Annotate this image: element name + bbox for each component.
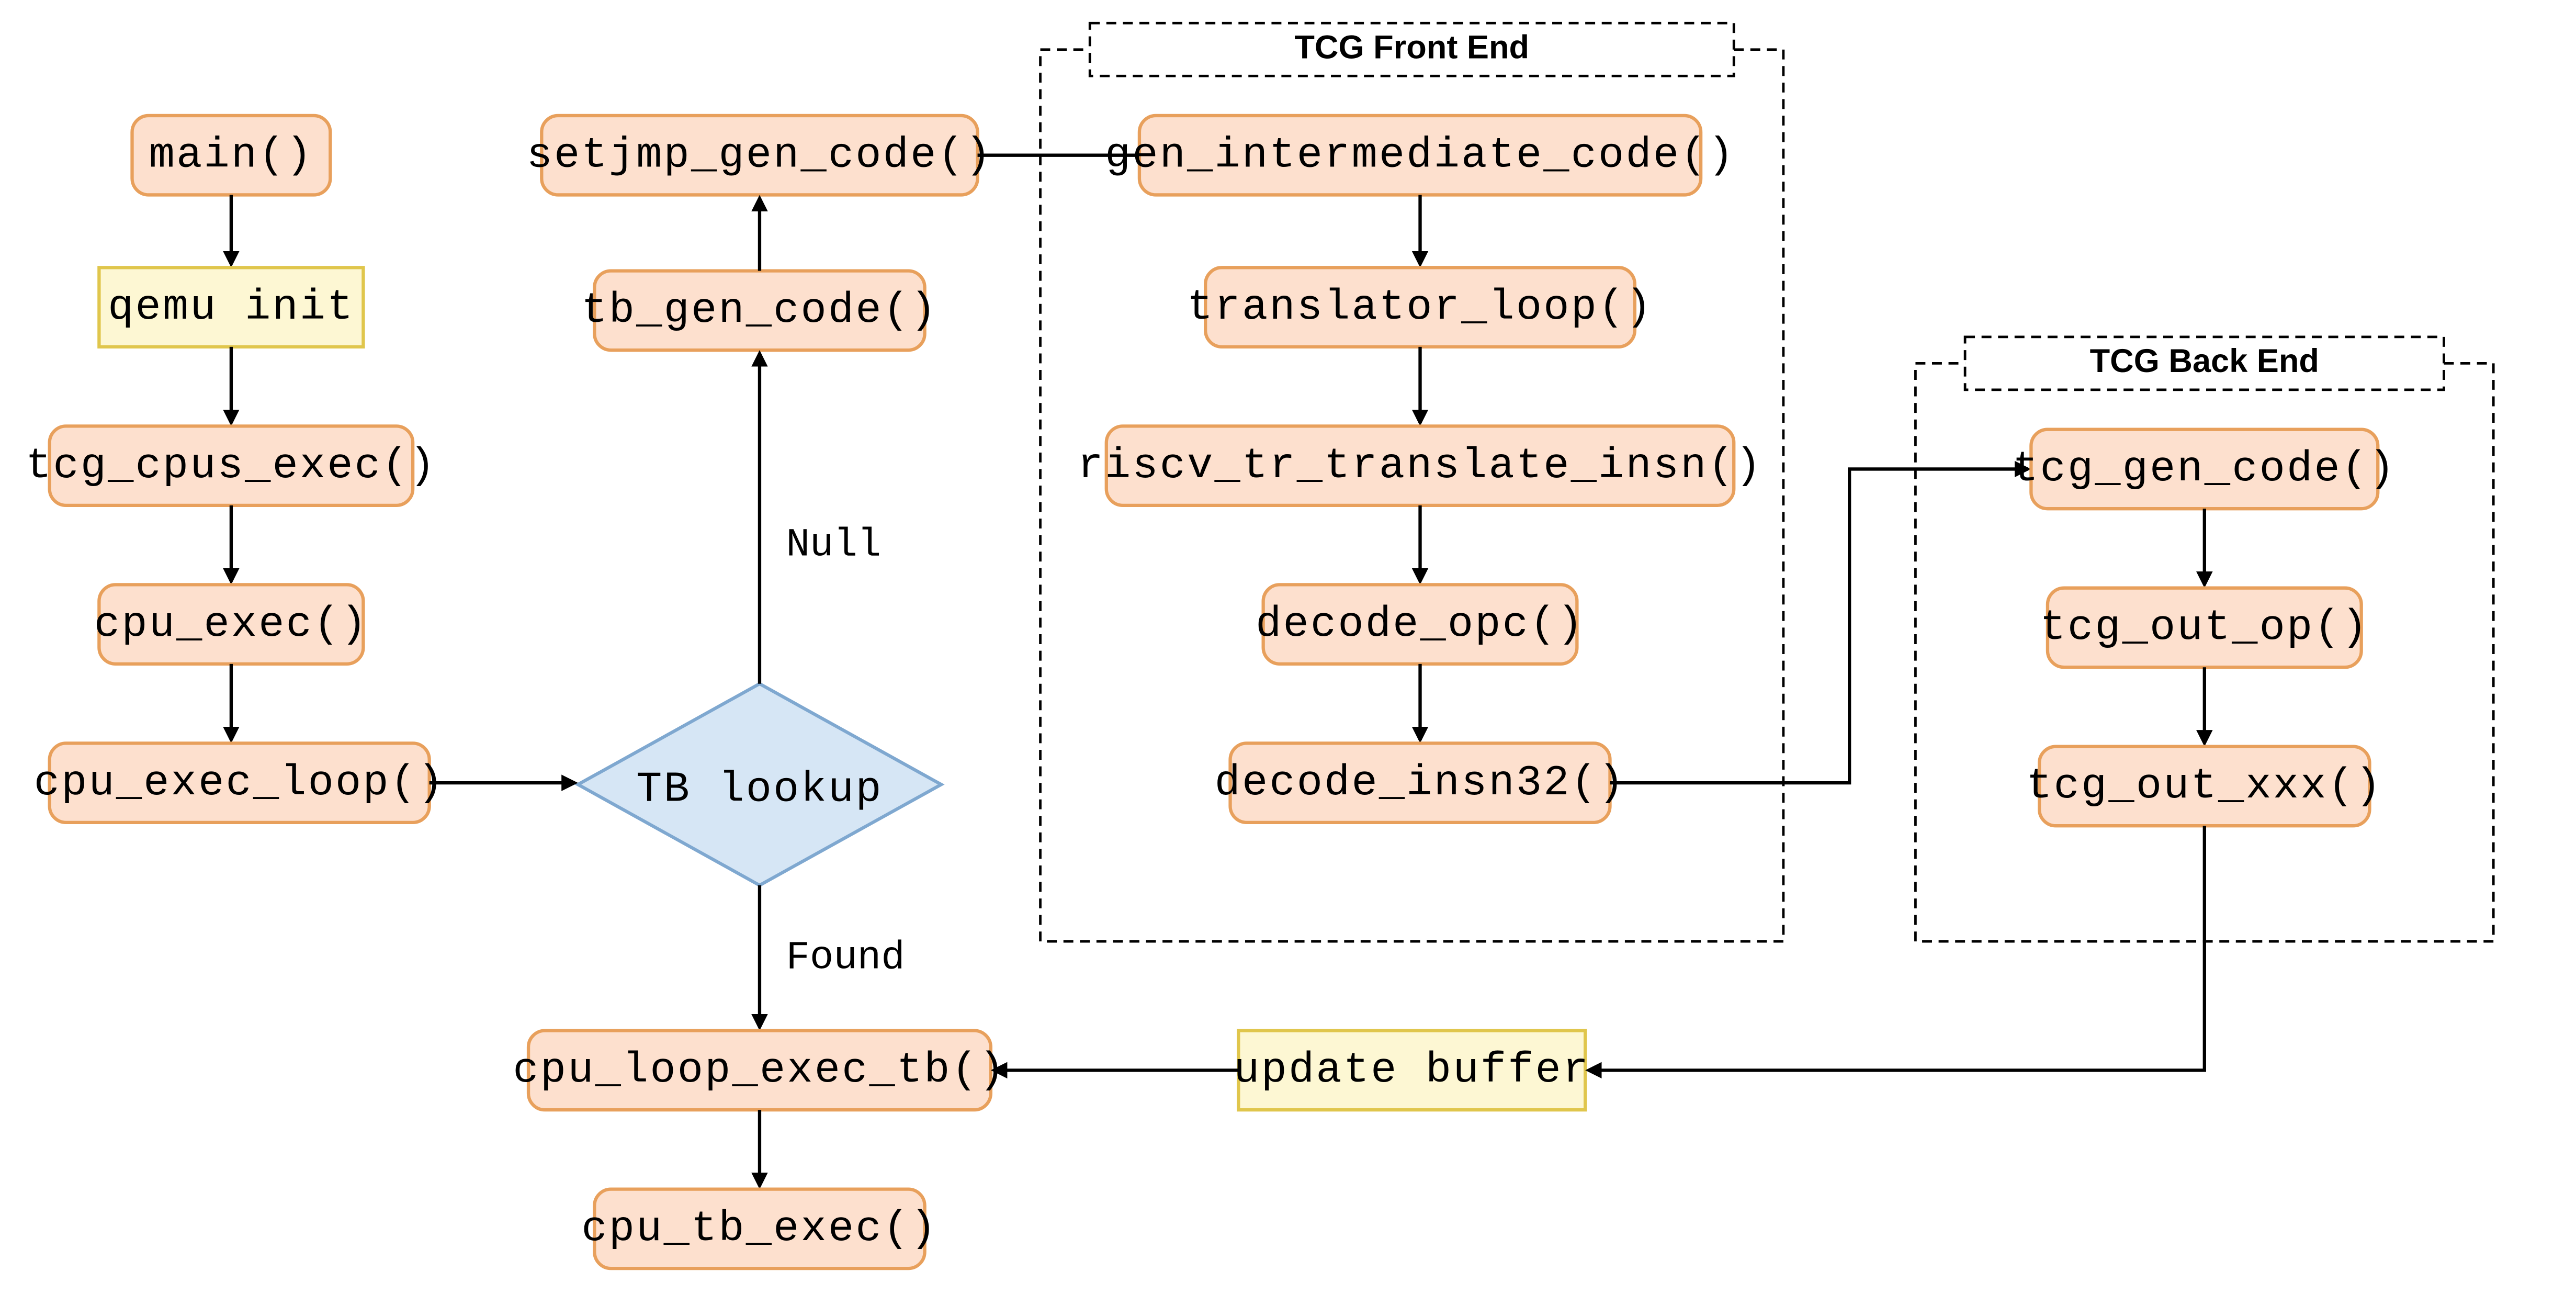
group-title-front: TCG Front End bbox=[1294, 29, 1529, 65]
svg-text:main(): main() bbox=[149, 131, 313, 179]
node-main: main() bbox=[132, 116, 331, 195]
svg-text:tb_gen_code(): tb_gen_code() bbox=[581, 286, 937, 335]
edge-decodei32-tcggen bbox=[1610, 469, 2028, 783]
node-decode-insn32: decode_insn32() bbox=[1215, 743, 1626, 823]
svg-text:translator_loop(): translator_loop() bbox=[1187, 283, 1653, 332]
edge-label-found: Found bbox=[786, 936, 905, 981]
svg-text:tcg_out_op(): tcg_out_op() bbox=[2040, 603, 2369, 652]
node-translator-loop: translator_loop() bbox=[1187, 267, 1653, 347]
node-tcg-out-op: tcg_out_op() bbox=[2040, 588, 2369, 668]
svg-text:decode_insn32(): decode_insn32() bbox=[1215, 759, 1626, 807]
svg-text:decode_opc(): decode_opc() bbox=[1256, 600, 1585, 649]
svg-text:riscv_tr_translate_insn(): riscv_tr_translate_insn() bbox=[1078, 442, 1763, 490]
svg-text:tcg_cpus_exec(): tcg_cpus_exec() bbox=[26, 442, 437, 490]
node-tb-gen-code: tb_gen_code() bbox=[581, 271, 937, 351]
svg-text:tcg_out_xxx(): tcg_out_xxx() bbox=[2026, 762, 2382, 811]
node-update-buffer: update buffer bbox=[1234, 1031, 1590, 1110]
node-tb-lookup: TB lookup bbox=[578, 684, 941, 885]
svg-text:cpu_loop_exec_tb(): cpu_loop_exec_tb() bbox=[513, 1046, 1006, 1095]
svg-text:tcg_gen_code(): tcg_gen_code() bbox=[2013, 445, 2397, 493]
node-cpu-tb-exec: cpu_tb_exec() bbox=[581, 1189, 937, 1269]
node-cpu-exec-loop: cpu_exec_loop() bbox=[34, 743, 445, 823]
node-tcg-out-xxx: tcg_out_xxx() bbox=[2026, 747, 2382, 826]
node-cpu-exec: cpu_exec() bbox=[94, 584, 368, 664]
diagram-canvas: TCG Front End TCG Back End main() qemu i… bbox=[0, 0, 2576, 1305]
node-tcg-cpus-exec: tcg_cpus_exec() bbox=[26, 426, 437, 505]
edge-label-null: Null bbox=[786, 523, 881, 568]
svg-text:cpu_tb_exec(): cpu_tb_exec() bbox=[581, 1205, 937, 1253]
svg-text:cpu_exec_loop(): cpu_exec_loop() bbox=[34, 759, 445, 807]
group-title-back: TCG Back End bbox=[2090, 343, 2319, 379]
node-setjmp-gen-code: setjmp_gen_code() bbox=[527, 116, 993, 195]
node-cpu-loop-exec-tb: cpu_loop_exec_tb() bbox=[513, 1031, 1006, 1110]
node-decode-opc: decode_opc() bbox=[1256, 584, 1585, 664]
svg-text:qemu init: qemu init bbox=[108, 283, 355, 332]
svg-text:TB lookup: TB lookup bbox=[636, 765, 883, 814]
svg-text:gen_intermediate_code(): gen_intermediate_code() bbox=[1105, 131, 1735, 179]
node-gen-intermediate-code: gen_intermediate_code() bbox=[1105, 116, 1735, 195]
svg-text:update buffer: update buffer bbox=[1234, 1046, 1590, 1095]
node-riscv-tr-translate-insn: riscv_tr_translate_insn() bbox=[1078, 426, 1763, 505]
node-qemu-init: qemu init bbox=[99, 267, 363, 347]
svg-text:setjmp_gen_code(): setjmp_gen_code() bbox=[527, 131, 993, 179]
svg-text:cpu_exec(): cpu_exec() bbox=[94, 600, 368, 649]
node-tcg-gen-code: tcg_gen_code() bbox=[2013, 430, 2397, 509]
edge-tcgoutxxx-updatebuf bbox=[1588, 826, 2204, 1070]
